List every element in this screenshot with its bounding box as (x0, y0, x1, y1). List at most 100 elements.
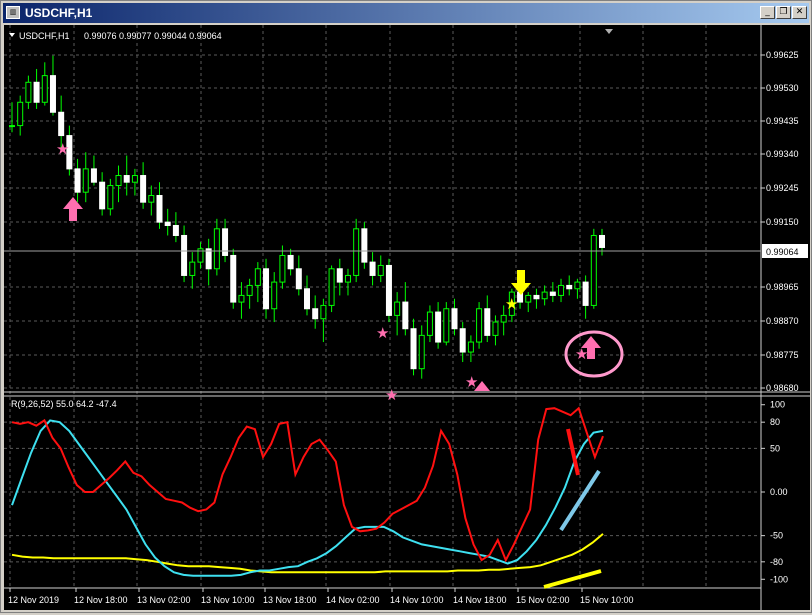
candle-body (156, 195, 163, 223)
candle-body (566, 284, 573, 290)
price-tick-label: 0.99340 (766, 149, 799, 159)
candle-body (377, 264, 384, 276)
candle-body (599, 234, 605, 248)
price-tick-label: 0.99530 (766, 83, 799, 93)
close-icon: ✕ (795, 7, 804, 17)
candle-body (492, 321, 499, 336)
price-tick-label: 0.98775 (766, 350, 799, 360)
chart-area[interactable]: 0.99625 0.99530 0.99435 0.99340 0.99245 0.991… (4, 25, 810, 610)
candle-body (590, 234, 597, 306)
shift-marker-icon[interactable] (605, 29, 613, 34)
grid (4, 25, 761, 588)
candle-body (90, 168, 97, 183)
candle-body (500, 314, 507, 323)
level-label: 100 (770, 400, 785, 410)
time-tick-label: 14 Nov 10:00 (390, 595, 444, 605)
candle-body (574, 281, 581, 290)
minimize-icon: _ (765, 7, 770, 17)
restore-button[interactable]: ❐ (776, 6, 791, 19)
level-label: 0.00 (770, 487, 788, 497)
price-tick-label: 0.99150 (766, 217, 799, 227)
candle-body (385, 264, 392, 316)
candle-body (410, 328, 417, 370)
level-label: -80 (770, 557, 783, 567)
candle-body (99, 181, 106, 210)
annotations: ★ ★ ★ ★ ★ ★ (56, 141, 624, 589)
time-tick-label: 15 Nov 10:00 (580, 595, 634, 605)
candle-body (25, 81, 32, 103)
candle-body (402, 301, 409, 330)
level-label: -50 (770, 531, 783, 541)
restore-icon: ❐ (779, 7, 788, 17)
close-button[interactable]: ✕ (792, 6, 807, 19)
candle-body (181, 234, 188, 276)
level-label: -100 (770, 574, 788, 584)
candle-body (369, 261, 376, 276)
chart-window: ▥ USDCHF,H1 _ ❐ ✕ 0.99625 0.99530 0.99435 0… (0, 0, 812, 613)
symbol-label: USDCHF,H1 (19, 31, 70, 41)
candle-body (41, 75, 48, 103)
candle-body (295, 268, 302, 290)
price-tick-label: 0.98680 (766, 383, 799, 393)
candle-body (148, 195, 155, 203)
time-tick-label: 12 Nov 18:00 (74, 595, 128, 605)
candle-body (17, 101, 24, 127)
price-tick-label: 0.99245 (766, 183, 799, 193)
candle-body (525, 294, 532, 303)
window-title: USDCHF,H1 (25, 6, 93, 20)
candle-body (74, 168, 81, 193)
candle-body (582, 281, 589, 306)
candle-body (107, 185, 114, 210)
level-label: 50 (770, 443, 780, 453)
candle-body (172, 224, 179, 236)
candle-body (9, 125, 15, 128)
candle-body (361, 228, 368, 263)
candle-body (263, 268, 270, 310)
candle-body (254, 268, 261, 286)
candle-body (336, 268, 343, 283)
candle-body (443, 308, 450, 343)
mid-line (11, 419, 604, 577)
time-tick-label: 12 Nov 2019 (8, 595, 59, 605)
time-axis: 12 Nov 2019 12 Nov 18:00 13 Nov 02:00 13 No… (8, 588, 634, 605)
candle-body (418, 334, 425, 370)
minimize-button[interactable]: _ (760, 6, 775, 19)
candle-body (246, 284, 253, 296)
candles (9, 55, 605, 379)
candle-body (328, 268, 335, 306)
price-tick-label: 0.99435 (766, 116, 799, 126)
candle-body (164, 221, 171, 226)
time-tick-label: 14 Nov 02:00 (326, 595, 380, 605)
price-tick-label: 0.98965 (766, 282, 799, 292)
fast-line (11, 406, 604, 563)
current-price-label: 0.99064 (766, 247, 799, 257)
time-tick-label: 13 Nov 18:00 (263, 595, 317, 605)
candle-body (230, 254, 237, 303)
pink-star-icon: ★ (376, 325, 389, 342)
candle-body (271, 281, 278, 310)
yellow-trend-stroke (543, 569, 602, 589)
price-chart-svg[interactable]: 0.99625 0.99530 0.99435 0.99340 0.99245 0.991… (4, 25, 810, 610)
indicator-axis: 100 80 50 0.00 -50 -80 -100 (4, 400, 788, 584)
candle-body (279, 254, 286, 283)
candle-body (484, 308, 491, 336)
candle-body (467, 341, 474, 353)
candle-body (58, 111, 65, 137)
collapse-triangle-icon[interactable] (9, 33, 15, 37)
candle-body (394, 301, 401, 316)
candle-body (353, 228, 360, 276)
pink-star-icon: ★ (575, 346, 588, 363)
price-tick-label: 0.98870 (766, 316, 799, 326)
candle-body (549, 291, 556, 296)
pink-up-arrow-icon (63, 197, 83, 221)
candle-body (304, 288, 310, 310)
candle-body (533, 294, 540, 300)
title-bar[interactable]: ▥ USDCHF,H1 _ ❐ ✕ (3, 3, 809, 23)
candle-body (320, 304, 327, 320)
candle-body (558, 284, 565, 296)
candle-body (213, 228, 220, 270)
time-tick-label: 14 Nov 18:00 (453, 595, 507, 605)
candle-body (344, 274, 351, 283)
yellow-star-icon: ★ (505, 296, 518, 313)
candle-body (140, 175, 147, 203)
